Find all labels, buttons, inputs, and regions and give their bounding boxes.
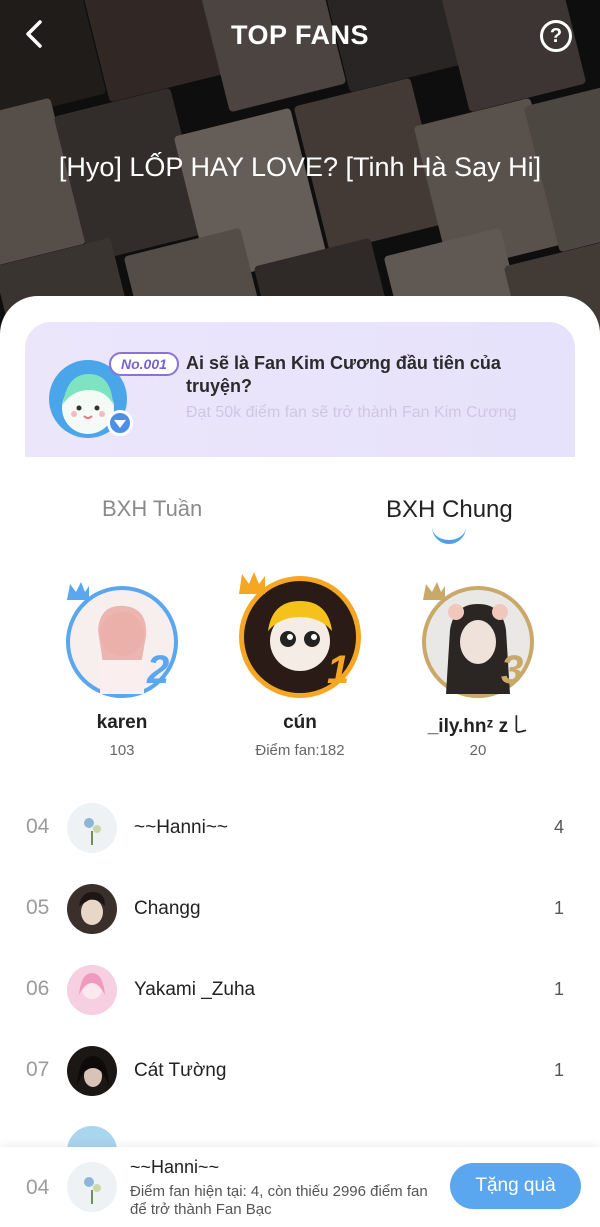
fan-score: 1: [553, 898, 564, 918]
fan-name: karen: [96, 712, 148, 733]
main-panel: No.001 Ai sẽ là Fan Kim Cương đầu tiên c…: [0, 296, 600, 1227]
tab-weekly-ranking[interactable]: BXH Tuần: [102, 496, 202, 522]
crown-icon: [67, 582, 89, 600]
page-title: TOP FANS: [230, 20, 370, 50]
my-rank-number: 04: [26, 1176, 50, 1199]
rank-number: 06: [26, 977, 50, 1000]
question-icon: ?: [549, 25, 563, 47]
top-bar: TOP FANS ?: [0, 0, 600, 72]
fan-name: ~~Hanni~~: [134, 817, 229, 838]
list-item[interactable]: 06 Yakami _Zuha 1: [0, 960, 600, 1020]
rank-number: 3: [501, 648, 524, 692]
my-rank-bar: 04 ~~Hanni~~ Điểm fan hiện tại: 4, còn t…: [0, 1147, 600, 1227]
fan-score: 20: [469, 742, 487, 759]
my-progress-text: Điểm fan hiện tại: 4, còn thiếu 2996 điể…: [130, 1183, 428, 1218]
fan-name: Changg: [134, 898, 201, 919]
tab-overall-ranking[interactable]: BXH Chung: [386, 496, 513, 524]
avatar: [67, 965, 117, 1015]
my-name: ~~Hanni~~: [130, 1157, 220, 1177]
diamond-fan-banner[interactable]: No.001 Ai sẽ là Fan Kim Cương đầu tiên c…: [25, 322, 575, 457]
promo-title: Ai sẽ là Fan Kim Cương đầu tiên của truy…: [186, 353, 501, 396]
comic-title: [Hyo] LỐP HAY LOVE? [Tinh Hà Say Hi]: [58, 152, 542, 182]
crown-icon: [423, 582, 445, 600]
fan-name: Cát Tường: [134, 1060, 227, 1081]
help-button[interactable]: ?: [540, 20, 572, 52]
rank-number: 1: [327, 648, 350, 692]
crown-icon: [239, 572, 265, 594]
fan-score: 1: [553, 1060, 564, 1080]
promo-subtitle: Đạt 50k điểm fan sẽ trở thành Fan Kim Cư…: [186, 404, 517, 421]
rank-number: 05: [26, 896, 50, 919]
list-item[interactable]: 07 Cát Tường 1: [0, 1041, 600, 1101]
fan-score: 1: [553, 979, 564, 999]
fan-score: 4: [553, 817, 564, 837]
list-item[interactable]: 05 Changg 1: [0, 879, 600, 939]
fan-score: Điểm fan:182: [255, 742, 345, 759]
avatar: [67, 1046, 117, 1096]
active-tab-indicator: [432, 526, 466, 544]
list-item[interactable]: 04 ~~Hanni~~ 4: [0, 798, 600, 858]
rank-number: 2: [147, 648, 170, 692]
avatar: [67, 884, 117, 934]
send-gift-button[interactable]: Tặng quà: [450, 1163, 581, 1209]
rank-tag: No.001: [109, 352, 179, 376]
my-avatar: [67, 1162, 117, 1212]
fan-name: Yakami _Zuha: [134, 979, 256, 1000]
rank-number: 07: [26, 1058, 50, 1081]
fan-name: _ily.hnᶻ z ꒒: [427, 716, 529, 737]
rank-number: 04: [26, 815, 50, 838]
fan-name: cún: [283, 712, 317, 733]
fan-score: 103: [109, 742, 135, 759]
avatar: [67, 803, 117, 853]
diamond-icon: [107, 410, 133, 436]
